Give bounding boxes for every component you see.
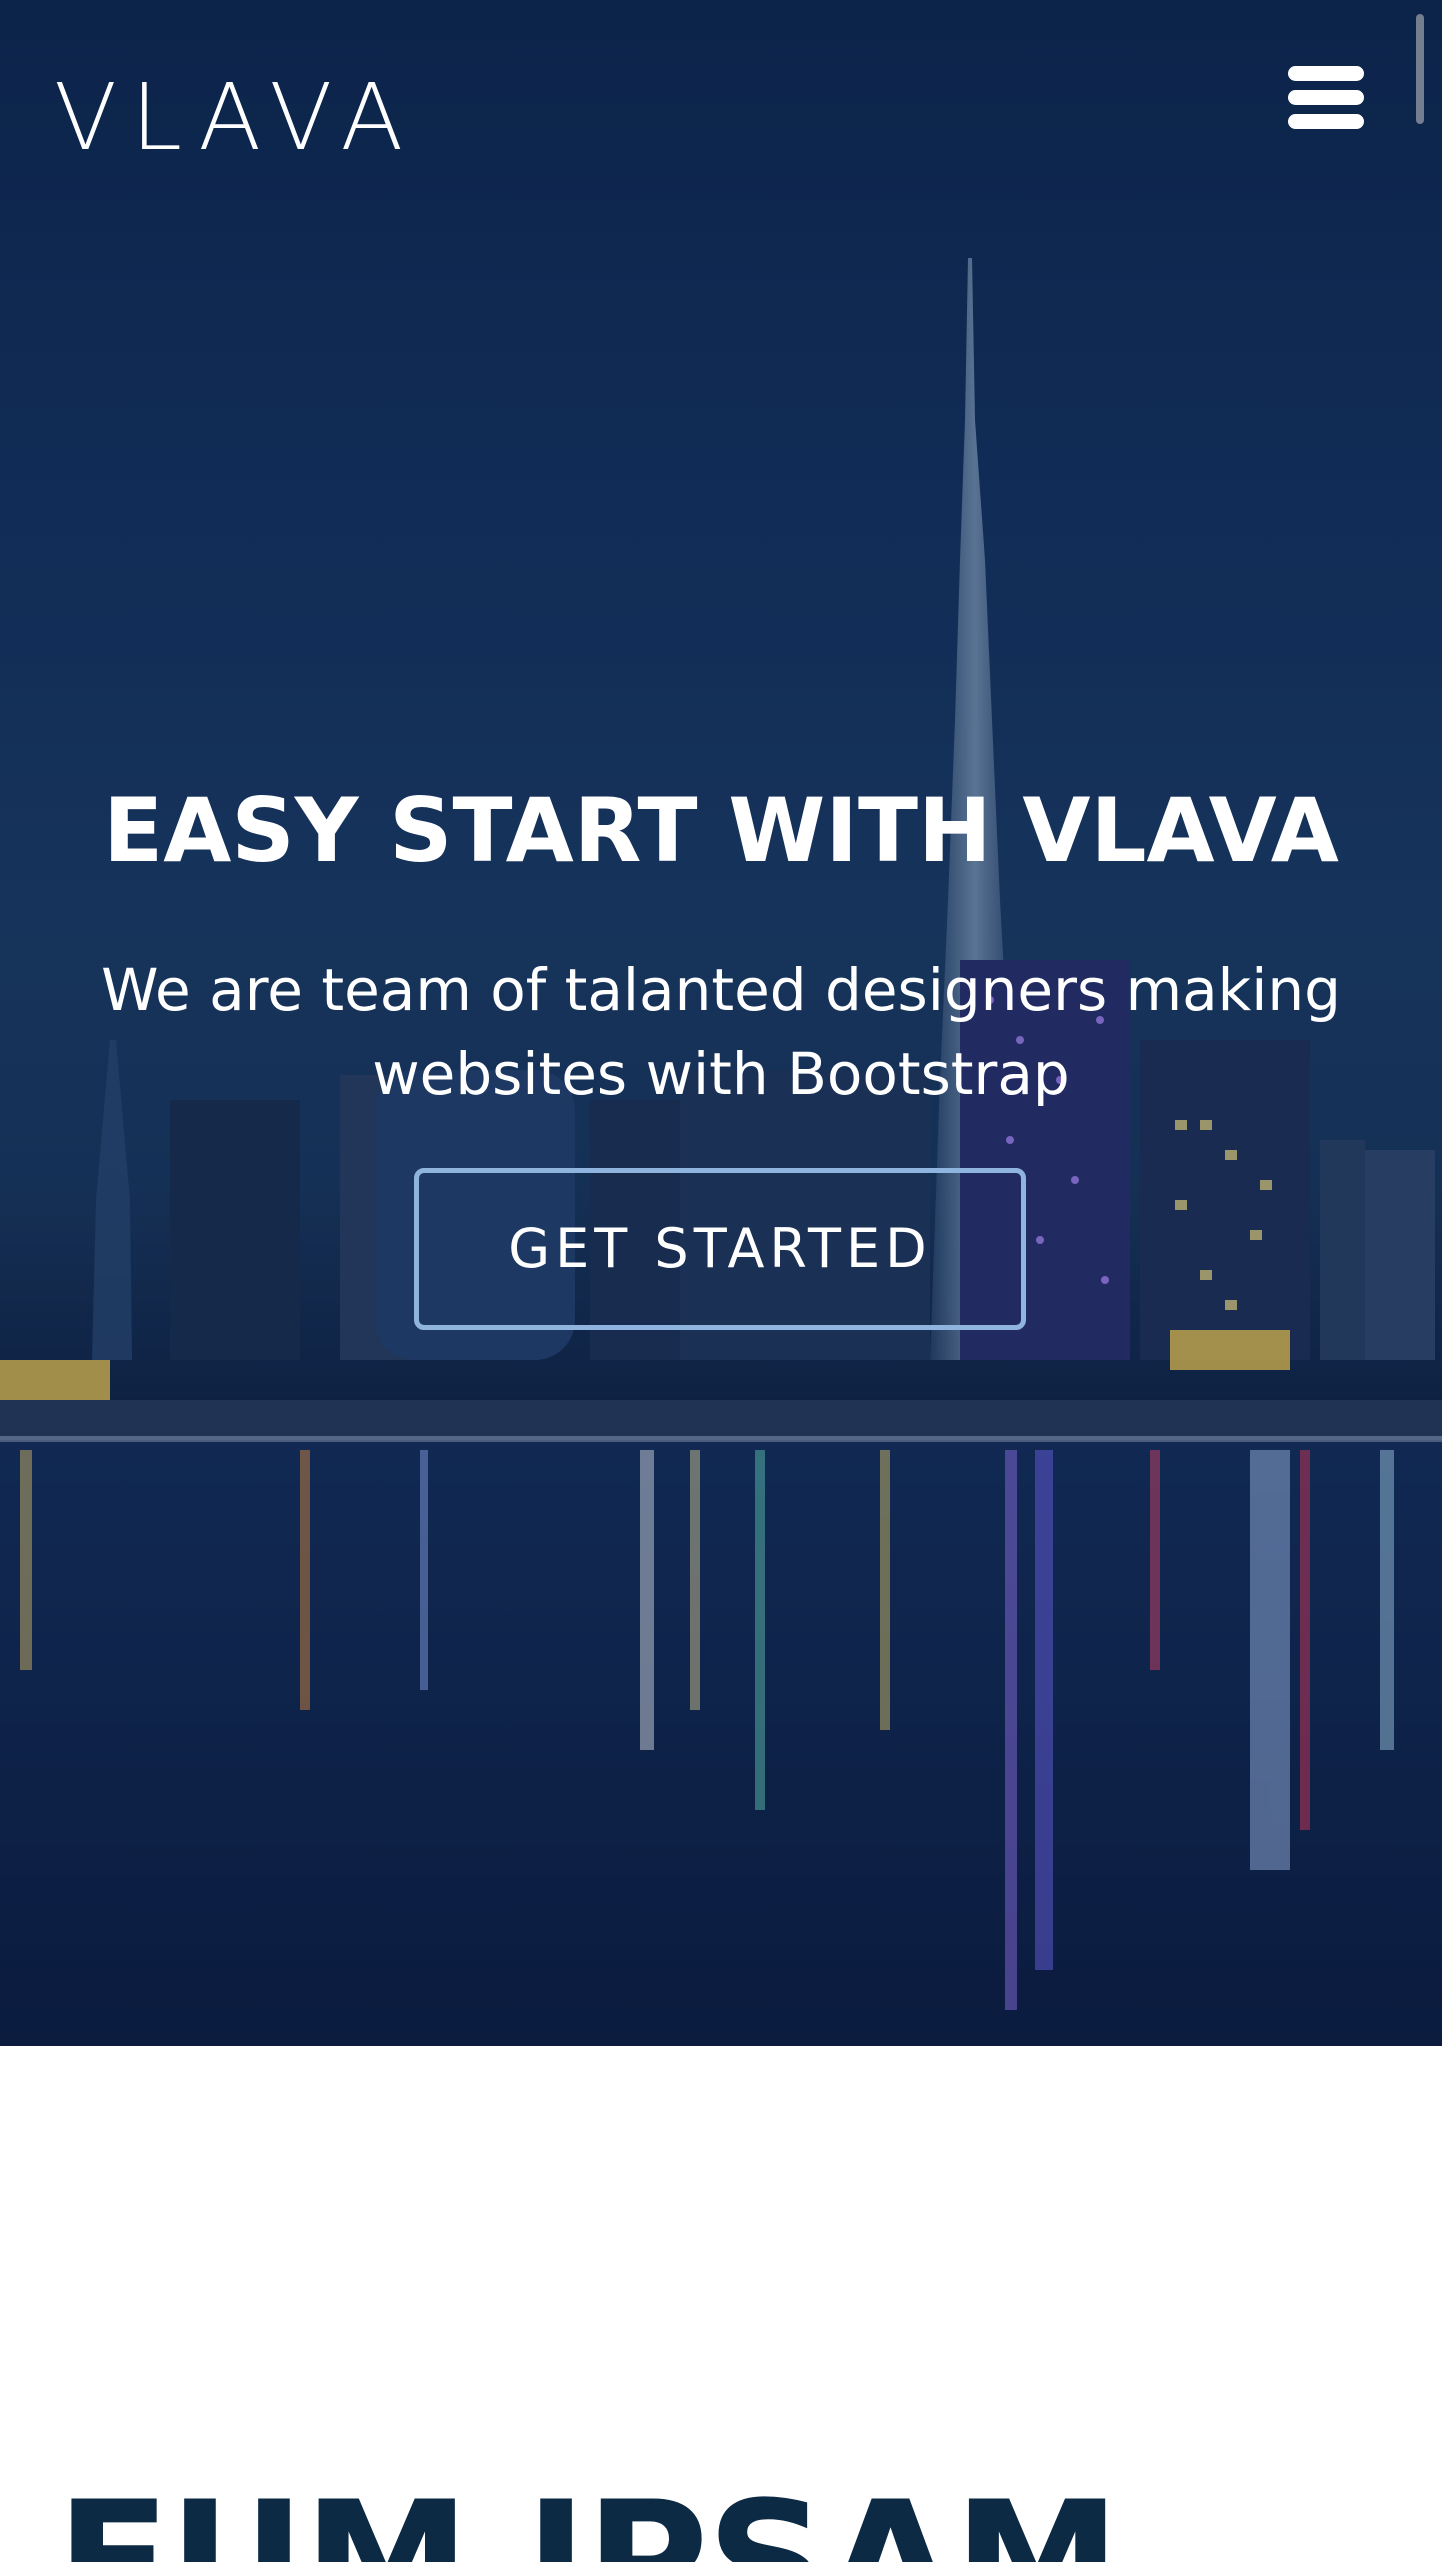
scrollbar-thumb[interactable]	[1416, 14, 1424, 124]
hero-subtitle: We are team of talanted designers making…	[101, 956, 1341, 1108]
hero-title: EASY START WITH VLAVA	[103, 778, 1339, 882]
menu-bar-top	[1288, 66, 1364, 81]
section-heading: EUM IPSAM	[56, 2479, 1121, 2562]
hero-section: VLAVA EASY START WITH VLAVA We are team …	[0, 0, 1442, 2046]
hamburger-menu-icon[interactable]	[1288, 66, 1364, 130]
menu-bar-bottom	[1288, 114, 1364, 129]
page: VLAVA EASY START WITH VLAVA We are team …	[0, 0, 1442, 2562]
get-started-button[interactable]: GET STARTED	[414, 1168, 1026, 1330]
menu-bar-middle	[1288, 90, 1364, 105]
site-logo[interactable]: VLAVA	[54, 72, 417, 164]
